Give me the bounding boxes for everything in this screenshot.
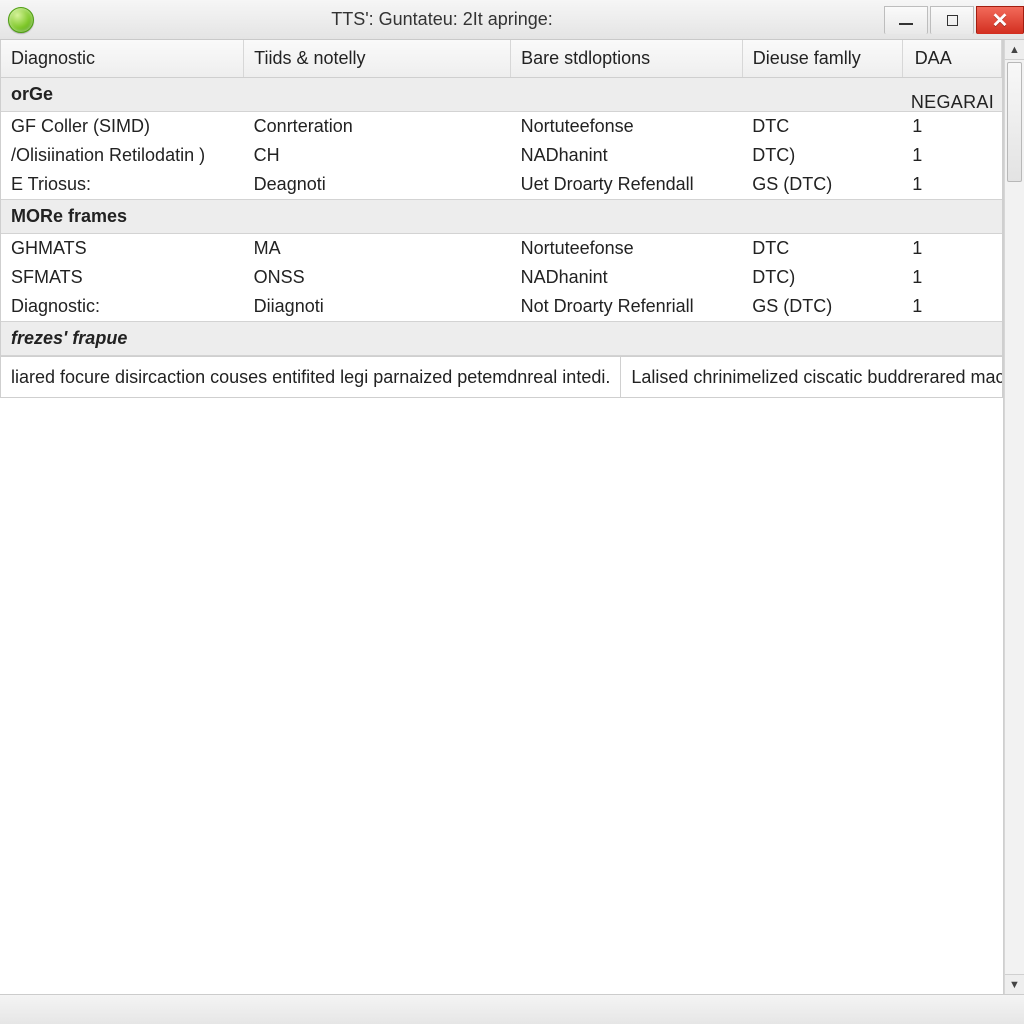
group-title: orGe [1,78,1002,112]
table-cell: SFMATS [1,263,244,292]
table-cell: 1 [902,292,1001,322]
group-header[interactable]: orGe [1,78,1002,112]
table-cell: DTC) [742,141,902,170]
freeze-title: frezes' frapue [1,322,1002,356]
minimize-button[interactable] [884,6,928,34]
table-cell: GHMATS [1,234,244,264]
table-row[interactable]: /Olisiination Retilodatin )CHNADhanintDT… [1,141,1002,170]
table-cell: 1 [902,263,1001,292]
scrollbar-track[interactable] [1005,60,1024,974]
freeze-right-text: Lalised chrinimelized ciscatic buddrerar… [621,357,1001,397]
close-button[interactable]: ✕ [976,6,1024,34]
maximize-button[interactable] [930,6,974,34]
table-cell: GS (DTC) [742,292,902,322]
table-cell: Not Droarty Refenriall [511,292,743,322]
table-cell: DTC) [742,263,902,292]
content-pane: Diagnostic Tiids & notelly Bare stdlopti… [0,40,1004,994]
table-cell: 1 [902,141,1001,170]
table-row[interactable]: GHMATSMANortuteefonseDTC1 [1,234,1002,264]
table-cell: E Triosus: [1,170,244,200]
app-icon [8,7,34,33]
col-bare[interactable]: Bare stdloptions [511,40,743,78]
table-cell: ONSS [244,263,511,292]
table-row[interactable]: Diagnostic:DiiagnotiNot Droarty Refenria… [1,292,1002,322]
freeze-left-text: liared focure disircaction couses entifi… [1,357,621,397]
table-cell: Nortuteefonse [511,112,743,142]
col-daa[interactable]: DAA [902,40,1001,78]
table-cell: DTC [742,112,902,142]
table-cell: MA [244,234,511,264]
table-cell: Conrteration [244,112,511,142]
window-controls: ✕ [884,6,1024,34]
diagnostic-table: Diagnostic Tiids & notelly Bare stdlopti… [1,40,1002,397]
table-cell: Uet Droarty Refendall [511,170,743,200]
table-cell: Deagnoti [244,170,511,200]
table-row[interactable]: SFMATSONSSNADhanintDTC)1 [1,263,1002,292]
vertical-scrollbar[interactable]: ▲ ▼ [1004,40,1024,994]
freeze-header[interactable]: frezes' frapue [1,322,1002,356]
freeze-body: liared focure disircaction couses entifi… [1,356,1002,398]
table-cell: 1 [902,170,1001,200]
table-cell: CH [244,141,511,170]
work-area: Diagnostic Tiids & notelly Bare stdlopti… [0,40,1024,994]
window-title: TTS': Guntateu: 2It apringe: [0,9,884,30]
status-bar [0,994,1024,1024]
table-cell: GS (DTC) [742,170,902,200]
scroll-down-arrow-icon[interactable]: ▼ [1005,974,1024,994]
col-dieuse[interactable]: Dieuse famlly [742,40,902,78]
table-cell: NADhanint [511,141,743,170]
group-header[interactable]: MORe frames [1,200,1002,234]
scroll-up-arrow-icon[interactable]: ▲ [1005,40,1024,60]
app-window: TTS': Guntateu: 2It apringe: ✕ Diagnosti… [0,0,1024,1024]
col-tids[interactable]: Tiids & notelly [244,40,511,78]
title-bar: TTS': Guntateu: 2It apringe: ✕ [0,0,1024,40]
table-row[interactable]: E Triosus:DeagnotiUet Droarty RefendallG… [1,170,1002,200]
table-row[interactable]: GF Coller (SIMD)ConrterationNortuteefons… [1,112,1002,142]
table-cell: 1 [902,112,1001,142]
table-cell: GF Coller (SIMD) [1,112,244,142]
table-cell: Nortuteefonse [511,234,743,264]
column-header-row: Diagnostic Tiids & notelly Bare stdlopti… [1,40,1002,78]
table-cell: Diagnostic: [1,292,244,322]
group-title: MORe frames [1,200,1002,234]
col-diagnostic[interactable]: Diagnostic [1,40,244,78]
table-cell: 1 [902,234,1001,264]
table-cell: /Olisiination Retilodatin ) [1,141,244,170]
scrollbar-thumb[interactable] [1007,62,1022,182]
right-status-label: NEGARAI [911,92,994,113]
table-cell: NADhanint [511,263,743,292]
table-cell: DTC [742,234,902,264]
table-cell: Diiagnoti [244,292,511,322]
